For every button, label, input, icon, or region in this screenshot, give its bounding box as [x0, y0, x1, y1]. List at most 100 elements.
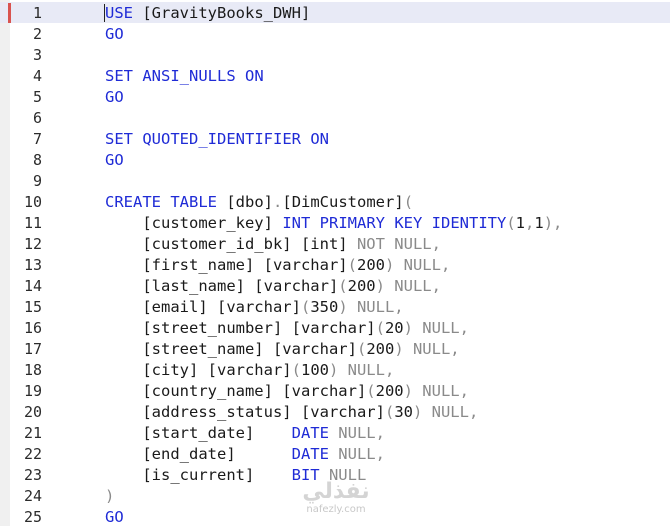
line-number: 17	[23, 340, 42, 358]
code-line[interactable]: 11 [customer_key] INT PRIMARY KEY IDENTI…	[0, 212, 670, 233]
code-line[interactable]: 6	[0, 107, 670, 128]
code-token: (	[347, 256, 357, 274]
code-token: 350	[310, 298, 339, 316]
code-token: [city] [varchar]	[105, 361, 292, 379]
code-text: [customer_id_bk] [int] NOT NULL,	[105, 235, 441, 253]
code-line[interactable]: 13 [first_name] [varchar](200) NULL,	[0, 254, 670, 275]
sql-keyword: USE	[105, 4, 133, 22]
code-line[interactable]: 3	[0, 44, 670, 65]
code-line[interactable]: 17 [street_name] [varchar](200) NULL,	[0, 338, 670, 359]
code-text: GO	[105, 25, 124, 43]
code-text: [street_name] [varchar](200) NULL,	[105, 340, 460, 358]
code-line[interactable]: 20 [address_status] [varchar](30) NULL,	[0, 401, 670, 422]
code-token: (	[403, 193, 414, 211]
code-token: ) NULL,	[403, 382, 469, 400]
sql-keyword: ANSI_NULLS	[142, 67, 236, 85]
code-line[interactable]: 16 [street_number] [varchar](20) NULL,	[0, 317, 670, 338]
line-number: 24	[23, 487, 42, 505]
code-text: SET QUOTED_IDENTIFIER ON	[105, 130, 329, 148]
code-line[interactable]: 7 SET QUOTED_IDENTIFIER ON	[0, 128, 670, 149]
code-token: ) NULL,	[394, 340, 460, 358]
code-line[interactable]: 8 GO	[0, 149, 670, 170]
code-token: ) NULL,	[375, 277, 441, 295]
code-token: [GravityBooks_DWH]	[133, 4, 311, 22]
sql-keyword: GO	[105, 25, 124, 43]
code-line[interactable]: 18 [city] [varchar](100) NULL,	[0, 359, 670, 380]
line-number: 10	[23, 193, 42, 211]
code-token: ) NULL,	[338, 298, 404, 316]
code-token: [email] [varchar]	[105, 298, 301, 316]
code-token: .	[273, 193, 283, 211]
code-token: [street_name] [varchar]	[105, 340, 357, 358]
code-token: NULL,	[328, 445, 385, 463]
line-number: 13	[23, 256, 42, 274]
code-text: [start_date] DATE NULL,	[105, 424, 385, 442]
code-token: [country_name] [varchar]	[105, 382, 367, 400]
code-token: (	[300, 298, 311, 316]
code-line[interactable]: 19 [country_name] [varchar](200) NULL,	[0, 380, 670, 401]
code-token: [is_current]	[105, 466, 292, 484]
sql-keyword: TABLE	[170, 193, 218, 211]
code-text: SET ANSI_NULLS ON	[105, 67, 264, 85]
code-line[interactable]: 2 GO	[0, 23, 670, 44]
code-text: [email] [varchar](350) NULL,	[105, 298, 404, 316]
code-token: NOT NULL,	[356, 235, 441, 253]
code-text: [city] [varchar](100) NULL,	[105, 361, 394, 379]
code-text: GO	[105, 151, 124, 169]
code-token: [first_name] [varchar]	[105, 256, 348, 274]
line-number: 23	[23, 466, 42, 484]
sql-keyword: GO	[105, 88, 124, 106]
code-line[interactable]: 4 SET ANSI_NULLS ON	[0, 65, 670, 86]
code-token: 200	[356, 256, 385, 274]
sql-keyword: CREATE	[105, 193, 161, 211]
code-text: CREATE TABLE [dbo].[DimCustomer](	[105, 193, 413, 211]
code-line[interactable]: 14 [last_name] [varchar](200) NULL,	[0, 275, 670, 296]
code-line[interactable]: 9	[0, 170, 670, 191]
sql-keyword: PRIMARY	[319, 214, 385, 232]
code-token: 1	[515, 214, 526, 232]
code-text: [address_status] [varchar](30) NULL,	[105, 403, 478, 421]
sql-keyword: SET	[105, 130, 133, 148]
line-number: 16	[23, 319, 42, 337]
code-token: [end_date]	[105, 445, 292, 463]
code-line[interactable]: 12 [customer_id_bk] [int] NOT NULL,	[0, 233, 670, 254]
code-token: [customer_key]	[105, 214, 283, 232]
watermark-latin: nafezly.com	[306, 504, 366, 515]
code-token: (	[356, 340, 367, 358]
line-number: 2	[32, 25, 42, 43]
sql-editor[interactable]: 1 USE [GravityBooks_DWH] 2 GO 3 4 SET ANSI_NUL…	[0, 0, 670, 526]
code-line[interactable]: 22 [end_date] DATE NULL,	[0, 443, 670, 464]
line-number: 14	[23, 277, 42, 295]
line-number: 6	[32, 109, 42, 127]
code-token: [last_name] [varchar]	[105, 277, 339, 295]
code-token: [DimCustomer]	[282, 193, 404, 211]
code-line[interactable]: 21 [start_date] DATE NULL,	[0, 422, 670, 443]
line-number: 5	[32, 88, 42, 106]
code-line[interactable]: 15 [email] [varchar](350) NULL,	[0, 296, 670, 317]
code-token: 200	[347, 277, 376, 295]
code-token: ) NULL,	[403, 319, 469, 337]
line-number: 20	[23, 403, 42, 421]
code-text: )	[105, 487, 114, 505]
line-number: 19	[23, 382, 42, 400]
line-number: 7	[32, 130, 42, 148]
code-token: (	[338, 277, 348, 295]
code-text: USE [GravityBooks_DWH]	[105, 4, 310, 22]
code-token: [address_status] [varchar]	[105, 403, 385, 421]
line-number: 22	[23, 445, 42, 463]
code-line[interactable]: 1 USE [GravityBooks_DWH]	[0, 2, 670, 23]
line-number: 12	[23, 235, 42, 253]
code-text: [country_name] [varchar](200) NULL,	[105, 382, 469, 400]
code-line[interactable]: 5 GO	[0, 86, 670, 107]
code-token: 30	[394, 403, 413, 421]
code-line[interactable]: 10 CREATE TABLE [dbo].[DimCustomer](	[0, 191, 670, 212]
code-text: [street_number] [varchar](20) NULL,	[105, 319, 469, 337]
sql-keyword: DATE	[291, 445, 329, 463]
sql-keyword: INT	[282, 214, 311, 232]
sql-keyword: KEY	[394, 214, 423, 232]
